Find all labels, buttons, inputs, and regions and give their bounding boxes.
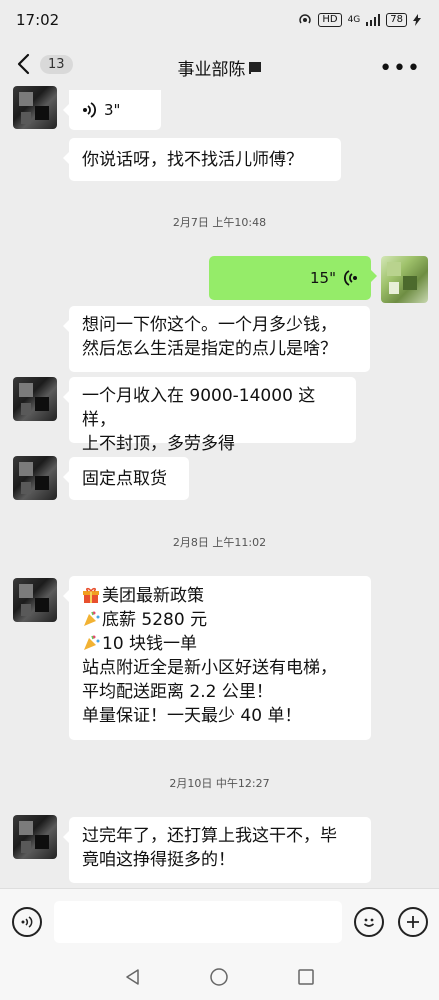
self-avatar[interactable]: [381, 256, 428, 303]
status-icons: HD 4G 78: [298, 13, 421, 27]
voice-duration: 15": [310, 269, 336, 287]
contact-avatar[interactable]: [13, 456, 57, 500]
contact-avatar[interactable]: [13, 86, 57, 129]
message-timestamp: 2月10日 中午12:27: [169, 777, 270, 790]
voice-wave-icon: [344, 270, 357, 286]
hotspot-icon: [299, 14, 312, 24]
text-message[interactable]: 你说话呀，找不找活儿师傅？: [63, 138, 341, 181]
message-text-line: 平均配送距离 2.2 公里！: [82, 682, 273, 702]
signal-icon: [366, 14, 381, 26]
status-bar: 17:02 HD 4G 78: [0, 0, 439, 40]
plus-icon: [407, 916, 419, 928]
message-text-line: 然后怎么生活是指定的点儿是啥？: [82, 339, 337, 359]
back-button[interactable]: 13: [14, 52, 73, 76]
emoji-button[interactable]: [354, 907, 384, 937]
nav-recents-icon[interactable]: [297, 968, 315, 986]
message-timestamp: 2月7日 上午10:48: [172, 216, 267, 229]
nav-home-icon[interactable]: [209, 967, 229, 987]
contact-avatar[interactable]: [13, 377, 57, 421]
charging-icon: [413, 14, 421, 26]
message-text-line: 底薪 5280 元: [82, 608, 358, 632]
voice-wave-icon: [83, 102, 96, 118]
text-message[interactable]: 想问一下你这个。一个月多少钱， 然后怎么生活是指定的点儿是啥？: [63, 306, 370, 372]
system-navigation-bar: [0, 954, 439, 1000]
text-message[interactable]: 固定点取货: [63, 457, 189, 500]
nav-back-icon[interactable]: [124, 968, 142, 986]
message-text-line: 单量保证！一天最少 40 单！: [82, 706, 302, 726]
contact-avatar[interactable]: [13, 815, 57, 859]
message-text-line: 竟咱这挣得挺多的！: [82, 850, 235, 870]
message-text: 底薪 5280 元: [102, 610, 208, 630]
message-text: 美团最新政策: [102, 586, 204, 606]
chat-title: 事业部陈: [177, 59, 246, 80]
message-text-line: 过完年了，还打算上我这干不，毕: [82, 826, 337, 846]
message-input-bar: [0, 888, 439, 954]
message-text-input[interactable]: [54, 901, 342, 943]
message-text: 10 块钱一单: [102, 634, 198, 654]
voice-message[interactable]: 3": [63, 90, 161, 130]
message-text: 固定点取货: [82, 469, 167, 489]
text-message[interactable]: 一个月收入在 9000-14000 这样， 上不封顶，多劳多得: [63, 377, 356, 454]
hd-badge: HD: [318, 13, 342, 27]
message-text-line: 美团最新政策: [82, 584, 358, 608]
party-popper-icon: [84, 635, 100, 650]
gift-icon: [83, 587, 99, 603]
message-text-line: 一个月收入在 9000-14000 这样，: [82, 386, 316, 430]
message-text: 你说话呀，找不找活儿师傅？: [82, 150, 303, 170]
text-message[interactable]: 过完年了，还打算上我这干不，毕 竟咱这挣得挺多的！: [63, 817, 371, 883]
voice-input-icon: [21, 916, 33, 928]
voice-duration: 3": [104, 101, 121, 119]
message-text-line: 10 块钱一单: [82, 632, 358, 656]
unread-count-badge: 13: [40, 54, 73, 74]
emoji-icon: [363, 918, 375, 927]
back-icon: [17, 53, 30, 75]
flag-icon: [248, 62, 261, 74]
status-time: 17:02: [16, 11, 60, 29]
network-label: 4G: [347, 15, 361, 25]
text-message[interactable]: 美团最新政策 底薪 5280 元 10 块钱一单 站点附近全是新小区好送有电梯，…: [63, 576, 371, 740]
message-timestamp: 2月8日 上午11:02: [172, 536, 267, 549]
voice-input-button[interactable]: [12, 907, 42, 937]
voice-message-self[interactable]: 15": [209, 256, 377, 300]
more-icon[interactable]: •••: [379, 56, 421, 81]
battery-indicator: 78: [386, 13, 407, 27]
more-actions-button[interactable]: [398, 907, 428, 937]
contact-avatar[interactable]: [13, 578, 57, 622]
message-text-line: 站点附近全是新小区好送有电梯，: [82, 658, 337, 678]
party-popper-icon: [84, 611, 100, 626]
chat-header: 13 事业部陈 •••: [0, 40, 439, 94]
message-text-line: 想问一下你这个。一个月多少钱，: [82, 315, 337, 335]
message-text-line: 上不封顶，多劳多得: [82, 434, 235, 454]
